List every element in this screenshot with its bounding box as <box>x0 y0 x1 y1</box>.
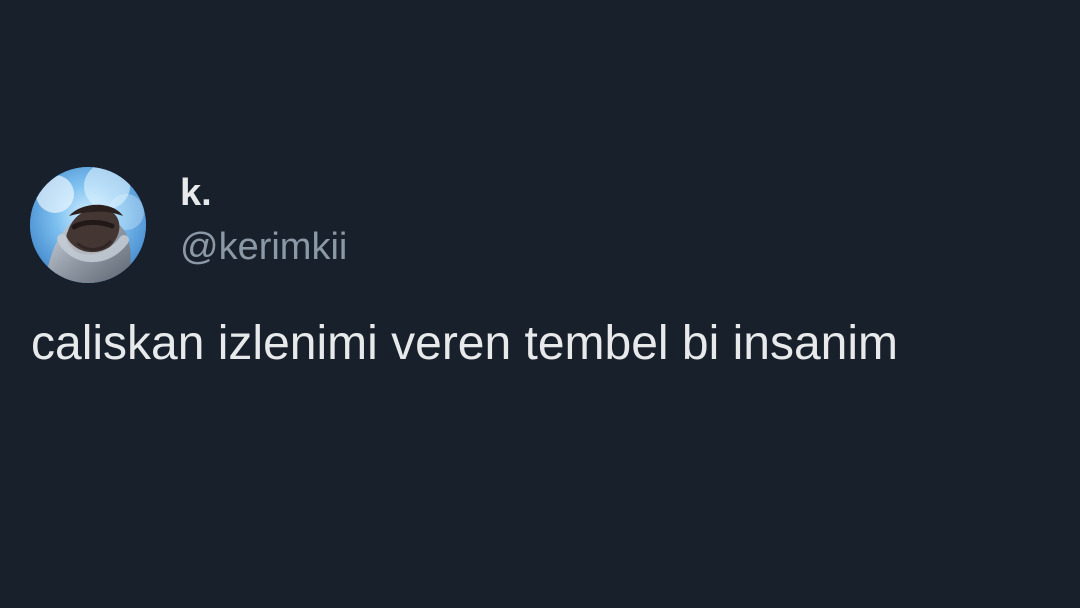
tweet-text: caliskan izlenimi veren tembel bi insani… <box>31 317 899 370</box>
user-handle[interactable]: @kerimkii <box>180 228 347 266</box>
tweet-card: k. @kerimkii caliskan izlenimi veren tem… <box>0 0 1080 608</box>
display-name[interactable]: k. <box>180 174 212 212</box>
profile-photo-icon <box>30 167 146 283</box>
avatar[interactable] <box>30 167 146 283</box>
